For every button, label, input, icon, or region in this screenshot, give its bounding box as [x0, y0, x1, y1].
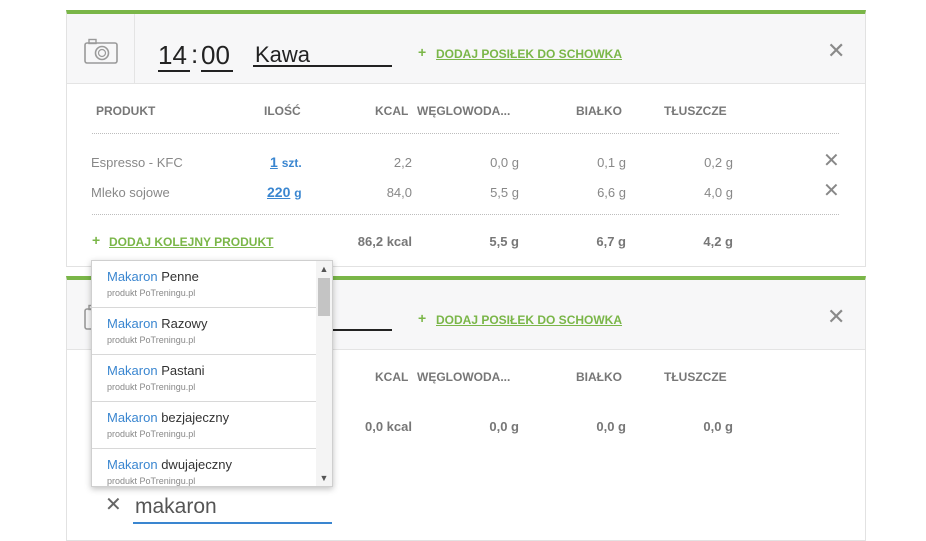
meal-name-underline	[253, 65, 392, 67]
item-title: Makaron Penne	[107, 269, 199, 284]
clear-search-icon[interactable]: ✕	[105, 495, 122, 515]
autocomplete-item[interactable]: Makaron Pastani produkt PoTreningu.pl	[92, 355, 316, 402]
autocomplete-item[interactable]: Makaron dwujajeczny produkt PoTreningu.p…	[92, 449, 316, 486]
total-kcal: 0,0 kcal	[365, 419, 412, 434]
qty-value[interactable]: 220	[267, 184, 290, 200]
plus-icon: +	[92, 232, 101, 248]
add-product-link[interactable]: DODAJ KOLEJNY PRODUKT	[109, 235, 273, 249]
product-protein: 6,6 g	[597, 185, 626, 200]
divider	[92, 214, 839, 215]
item-rest: bezjajeczny	[161, 410, 230, 425]
product-qty[interactable]: 1 szt.	[270, 154, 302, 170]
meal-hour[interactable]: 14	[158, 40, 187, 71]
item-source: produkt PoTreningu.pl	[107, 476, 196, 486]
item-rest: Pastani	[161, 363, 205, 378]
scrollbar-thumb[interactable]	[318, 278, 330, 316]
autocomplete-item[interactable]: Makaron Penne produkt PoTreningu.pl	[92, 261, 316, 308]
meal-minute[interactable]: 00	[201, 40, 230, 71]
meal-name-underline	[330, 329, 392, 331]
total-protein: 0,0 g	[596, 419, 626, 434]
header-carbs: WĘGLOWODA...	[417, 370, 511, 384]
total-kcal: 86,2 kcal	[357, 234, 412, 249]
remove-product-icon[interactable]: ✕	[823, 181, 840, 201]
time-separator: :	[191, 39, 199, 69]
qty-unit: g	[294, 186, 302, 200]
item-match: Makaron	[107, 410, 158, 425]
meal-hour-underline	[158, 70, 190, 72]
item-title: Makaron Pastani	[107, 363, 205, 378]
total-fat: 0,0 g	[703, 419, 733, 434]
product-kcal: 84,0	[386, 185, 412, 200]
header-kcal: KCAL	[375, 104, 409, 118]
item-source: produkt PoTreningu.pl	[107, 382, 196, 392]
scroll-down-icon[interactable]: ▼	[316, 470, 332, 486]
camera-icon	[84, 38, 118, 64]
total-carbs: 0,0 g	[489, 419, 519, 434]
product-fat: 4,0 g	[704, 185, 733, 200]
item-rest: Penne	[161, 269, 199, 284]
close-icon[interactable]: ✕	[827, 306, 845, 328]
item-title: Makaron bezjajeczny	[107, 410, 229, 425]
total-carbs: 5,5 g	[489, 234, 519, 249]
qty-value[interactable]: 1	[270, 154, 278, 170]
product-name: Mleko sojowe	[91, 185, 170, 200]
header-kcal: KCAL	[375, 370, 409, 384]
product-carbs: 0,0 g	[490, 155, 519, 170]
meal-photo-button[interactable]	[67, 14, 135, 84]
add-meal-to-clipboard-link[interactable]: DODAJ POSIŁEK DO SCHOWKA	[436, 313, 622, 327]
autocomplete-item[interactable]: Makaron Razowy produkt PoTreningu.pl	[92, 308, 316, 355]
remove-product-icon[interactable]: ✕	[823, 151, 840, 171]
scroll-up-icon[interactable]: ▲	[316, 261, 332, 277]
item-match: Makaron	[107, 269, 158, 284]
header-qty: ILOŚĆ	[264, 104, 301, 118]
meal-minute-underline	[201, 70, 233, 72]
product-fat: 0,2 g	[704, 155, 733, 170]
qty-unit: szt.	[281, 156, 302, 170]
header-fat: TŁUSZCZE	[664, 370, 727, 384]
divider	[92, 133, 839, 134]
item-source: produkt PoTreningu.pl	[107, 288, 196, 298]
total-protein: 6,7 g	[596, 234, 626, 249]
header-protein: BIAŁKO	[576, 370, 622, 384]
item-title: Makaron dwujajeczny	[107, 457, 232, 472]
product-search-input[interactable]	[133, 492, 332, 524]
close-icon[interactable]: ✕	[827, 40, 845, 62]
plus-icon: +	[418, 310, 427, 326]
autocomplete-dropdown[interactable]: Makaron Penne produkt PoTreningu.pl Maka…	[91, 260, 333, 487]
item-title: Makaron Razowy	[107, 316, 207, 331]
product-qty[interactable]: 220 g	[267, 184, 302, 200]
plus-icon: +	[418, 44, 427, 60]
product-kcal: 2,2	[393, 155, 412, 170]
header-carbs: WĘGLOWODA...	[417, 104, 511, 118]
add-meal-to-clipboard-link[interactable]: DODAJ POSIŁEK DO SCHOWKA	[436, 47, 622, 61]
header-product: PRODUKT	[96, 104, 156, 118]
item-rest: dwujajeczny	[161, 457, 233, 472]
product-carbs: 5,5 g	[490, 185, 519, 200]
header-fat: TŁUSZCZE	[664, 104, 727, 118]
total-fat: 4,2 g	[703, 234, 733, 249]
item-source: produkt PoTreningu.pl	[107, 335, 196, 345]
item-match: Makaron	[107, 363, 158, 378]
item-source: produkt PoTreningu.pl	[107, 429, 196, 439]
autocomplete-item[interactable]: Makaron bezjajeczny produkt PoTreningu.p…	[92, 402, 316, 449]
item-match: Makaron	[107, 457, 158, 472]
product-name: Espresso - KFC	[91, 155, 183, 170]
item-rest: Razowy	[161, 316, 208, 331]
product-protein: 0,1 g	[597, 155, 626, 170]
item-match: Makaron	[107, 316, 158, 331]
header-protein: BIAŁKO	[576, 104, 622, 118]
